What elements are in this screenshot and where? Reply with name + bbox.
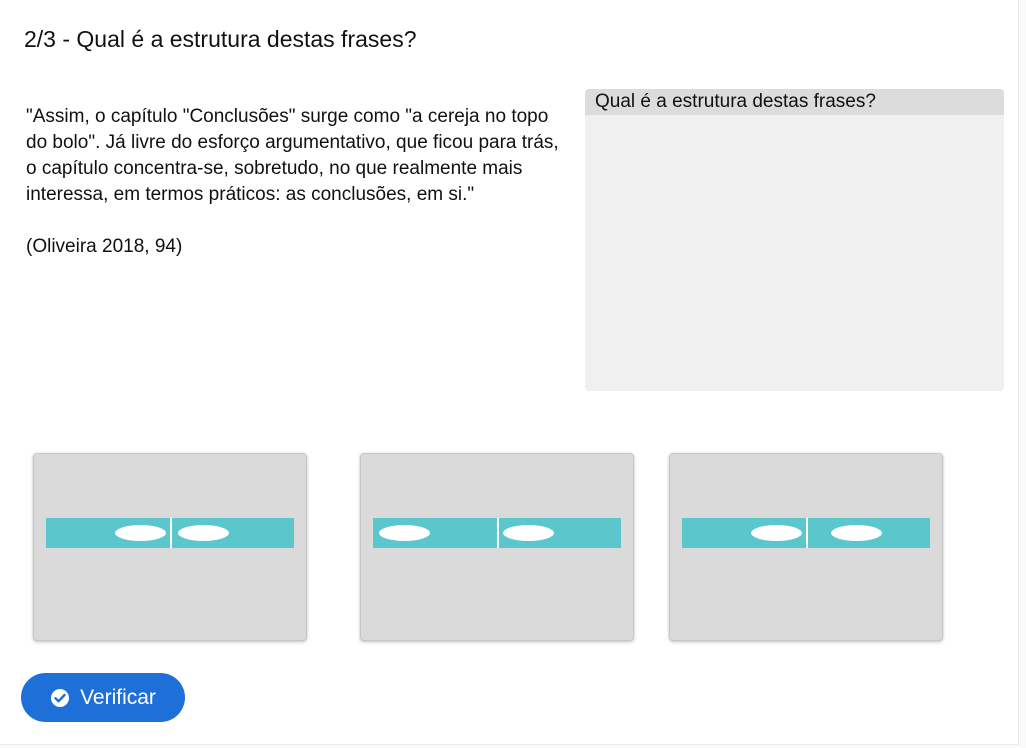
bar-divider — [170, 518, 172, 548]
quote-text: "Assim, o capítulo "Conclusões" surge co… — [26, 106, 559, 205]
page-title: 2/3 - Qual é a estrutura destas frases? — [24, 26, 417, 52]
verify-label: Verificar — [80, 685, 156, 709]
sentence-bar — [682, 518, 930, 548]
left-oval — [115, 525, 166, 541]
left-oval — [751, 525, 802, 541]
dropzone-label: Qual é a estrutura destas frases? — [585, 89, 1004, 115]
left-oval — [379, 525, 430, 541]
right-oval — [178, 525, 229, 541]
bar-divider — [806, 518, 808, 548]
answer-dropzone[interactable]: Qual é a estrutura destas frases? — [585, 89, 1004, 391]
right-oval — [831, 525, 882, 541]
check-circle-icon — [50, 688, 70, 708]
sentence-bar — [373, 518, 621, 548]
sentence-bar — [46, 518, 294, 548]
quote-block: "Assim, o capítulo "Conclusões" surge co… — [26, 104, 566, 286]
quote-citation: (Oliveira 2018, 94) — [26, 236, 183, 257]
option-card-2[interactable] — [360, 453, 634, 641]
bar-divider — [497, 518, 499, 548]
right-oval — [503, 525, 554, 541]
exercise-page: 2/3 - Qual é a estrutura destas frases? … — [0, 0, 1019, 745]
option-card-1[interactable] — [33, 453, 307, 641]
option-card-3[interactable] — [669, 453, 943, 641]
verify-button[interactable]: Verificar — [21, 673, 185, 722]
